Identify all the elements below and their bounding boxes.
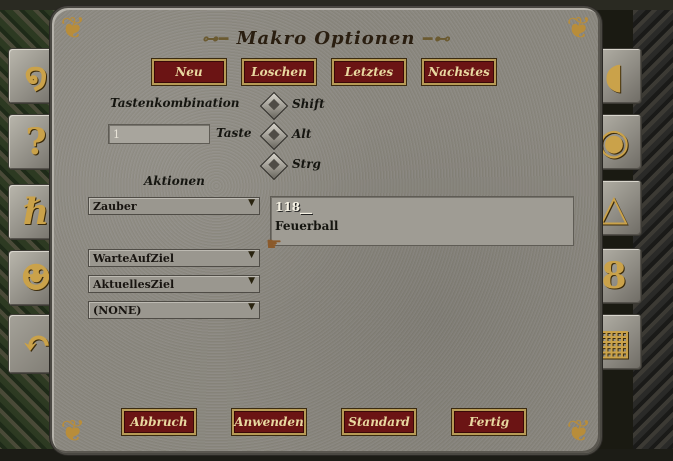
action-dropdown-3[interactable]: AktuellesZiel ▼ [88, 275, 260, 293]
scroll-curl-icon: ໑ [24, 55, 48, 97]
apply-button[interactable]: Anwenden [232, 409, 306, 435]
key-input[interactable]: 1 [108, 124, 210, 144]
question-hook-icon: ? [25, 121, 47, 163]
actions-label: Aktionen [144, 174, 205, 188]
macro-options-panel: ❦ ❦ ❦ ❦ ⊶━ Makro Optionen ━⊷ Neu Loschen… [50, 6, 602, 455]
grid-globe-icon: ▦ [596, 321, 631, 363]
dropdown-value: (NONE) [93, 303, 142, 317]
dropdown-value: AktuellesZiel [93, 277, 175, 291]
dropdown-arrow-icon: ▼ [248, 250, 255, 260]
dropdown-arrow-icon: ▼ [248, 198, 255, 208]
done-button[interactable]: Fertig [452, 409, 526, 435]
face-profile-icon: ☻ [19, 257, 53, 299]
action-text-line: Feuerball [275, 219, 339, 233]
action-dropdown-1[interactable]: Zauber ▼ [88, 197, 260, 215]
window-title: ⊶━ Makro Optionen ━⊷ [201, 28, 451, 49]
strg-toggle[interactable] [259, 151, 289, 181]
runic-h-icon: ℏ [22, 191, 50, 233]
cancel-button[interactable]: Abbruch [122, 409, 196, 435]
celtic-knot-icon: ❦ [566, 414, 592, 449]
strg-label: Strg [292, 157, 321, 171]
figure-eight-icon: 8 [601, 255, 627, 297]
action-dropdown-2[interactable]: WarteAufZiel ▼ [88, 249, 260, 267]
celtic-knot-icon: ❦ [60, 414, 86, 449]
action-text-line: 118__ [275, 200, 313, 214]
action-dropdown-4[interactable]: (NONE) ▼ [88, 301, 260, 319]
delete-button[interactable]: Loschen [242, 59, 316, 85]
shield-icon: ◖ [604, 55, 624, 97]
key-label: Taste [216, 126, 252, 140]
default-button[interactable]: Standard [342, 409, 416, 435]
next-button[interactable]: Nachstes [422, 59, 496, 85]
curved-arrow-icon: ↶ [21, 323, 53, 365]
dropdown-value: Zauber [93, 199, 137, 213]
ornament-right-icon: ━⊷ [422, 29, 451, 48]
action-text-area[interactable]: 118__ Feuerball [270, 196, 574, 246]
ornament-left-icon: ⊶━ [201, 29, 230, 48]
key-combination-label: Tastenkombination [110, 96, 240, 110]
dropdown-value: WarteAufZiel [93, 251, 175, 265]
shift-label: Shift [292, 97, 325, 111]
dropdown-arrow-icon: ▼ [248, 276, 255, 286]
gauntlet-cursor-icon: ☛ [266, 234, 283, 255]
new-button[interactable]: Neu [152, 59, 226, 85]
eye-icon: ◉ [598, 121, 630, 163]
shift-toggle[interactable] [259, 91, 289, 121]
dropdown-arrow-icon: ▼ [248, 302, 255, 312]
pyramid-icon: △ [600, 187, 628, 229]
alt-toggle[interactable] [259, 121, 289, 151]
alt-label: Alt [292, 127, 312, 141]
previous-button[interactable]: Letztes [332, 59, 406, 85]
